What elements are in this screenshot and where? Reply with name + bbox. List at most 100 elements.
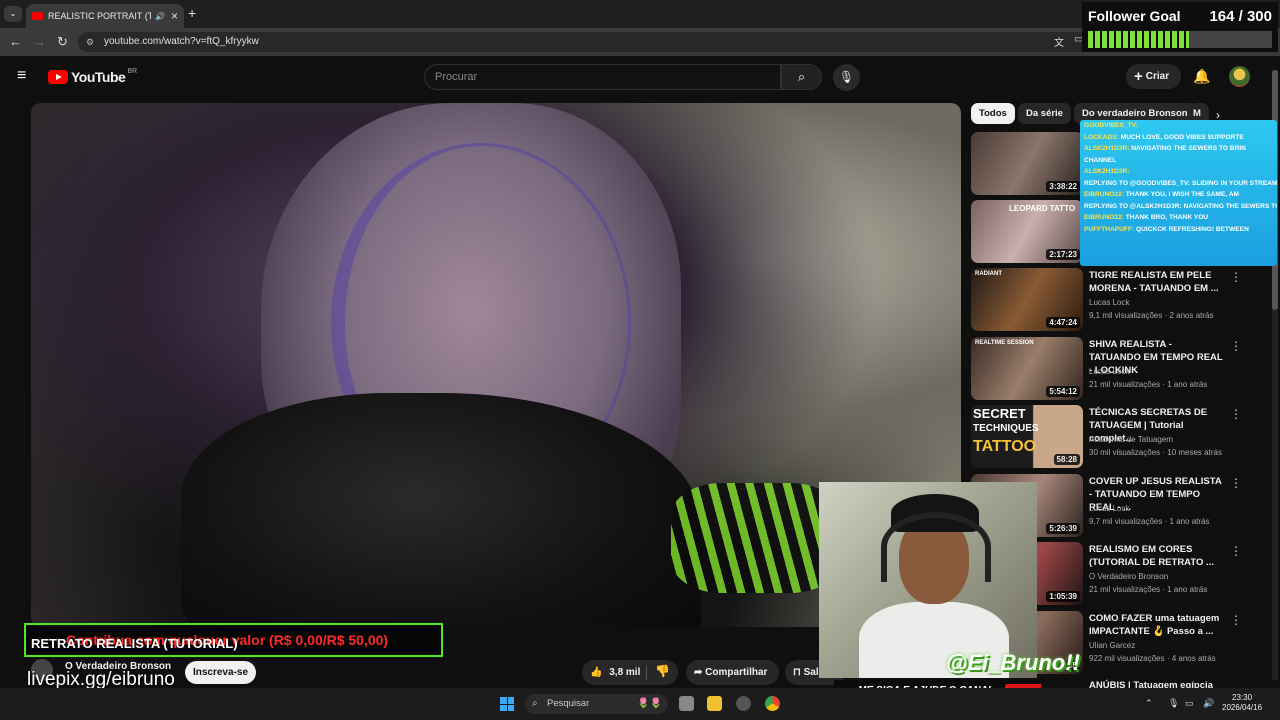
voice-search-button[interactable]: 🎙 <box>833 64 860 91</box>
video-channel[interactable]: O Verdadeiro Bronson <box>1089 572 1168 581</box>
video-channel[interactable]: Lucas Lock <box>1089 298 1129 307</box>
like-count: 3,8 mil <box>609 667 641 678</box>
more-options-icon[interactable]: ⋮ <box>1230 270 1242 284</box>
taskbar-search-label: Pesquisar <box>547 698 590 709</box>
share-button[interactable]: ➦ Compartilhar <box>686 660 779 685</box>
translate-icon[interactable]: 文 <box>1054 34 1064 49</box>
tab-title: REALISTIC PORTRAIT (TUTO <box>48 11 152 21</box>
like-divider <box>646 665 647 680</box>
app-icon[interactable] <box>736 696 751 711</box>
youtube-wordmark: YouTube <box>71 69 126 85</box>
close-tab-icon[interactable]: × <box>171 9 178 23</box>
chat-message: channel <box>1080 155 1277 167</box>
plus-icon: + <box>1134 68 1143 85</box>
tray-chevron-icon[interactable]: ⌃ <box>1145 698 1153 709</box>
thumbnail-text: TATTOO <box>973 438 1037 455</box>
follower-goal-widget: Follower Goal 164 / 300 <box>1082 2 1278 52</box>
video-channel[interactable]: Academia de Tatuagem <box>1089 435 1173 444</box>
chat-username: eibruno22: <box>1084 214 1126 221</box>
video-thumbnail[interactable]: LEOPARD TATTO 2:17:23 <box>971 200 1083 263</box>
url-field[interactable]: youtube.com/watch?v=ftQ_kfryykw <box>78 32 1118 52</box>
more-options-icon[interactable]: ⋮ <box>1230 544 1242 558</box>
chat-text: replying to @goodvibes_tv: sliding in yo… <box>1084 179 1277 187</box>
webcam-overlay <box>819 482 1037 678</box>
share-label: Compartilhar <box>705 667 768 678</box>
duration-badge: 1:05:39 <box>1046 591 1080 602</box>
windows-start-icon[interactable] <box>500 697 514 711</box>
more-options-icon[interactable]: ⋮ <box>1230 407 1242 421</box>
chat-message: alsk2h1d3r: navigating the sewers to bri… <box>1080 143 1277 155</box>
follower-goal-count: 164 / 300 <box>1209 8 1272 25</box>
back-icon[interactable]: ← <box>9 34 22 49</box>
thumbnail-text: REALTIME SESSION <box>975 340 1034 346</box>
bookmark-icon: ⊓ <box>793 667 801 678</box>
dislike-button[interactable]: 👎 <box>655 664 670 678</box>
reload-icon[interactable]: ↻ <box>57 34 68 50</box>
video-meta: 21 mil visualizações · 1 ano atrás <box>1089 585 1208 594</box>
mic-icon: 🎙 <box>838 70 855 84</box>
create-button[interactable]: + Criar <box>1126 64 1181 89</box>
clock-time: 23:30 <box>1232 693 1253 702</box>
chat-message: replying to @goodvibes_tv: sliding in yo… <box>1080 178 1277 190</box>
video-thumbnail[interactable]: 3:38:22 <box>971 132 1083 195</box>
search-icon: ⌕ <box>797 69 806 84</box>
notifications-bell-icon[interactable]: 🔔 <box>1193 68 1210 85</box>
search-input[interactable]: Procurar <box>424 64 781 90</box>
streamer-handle: @Ei_Bruno!! <box>946 650 1080 675</box>
video-thumbnail[interactable]: REALTIME SESSION 5:54:12 <box>971 337 1083 400</box>
duration-badge: 5:54:12 <box>1046 386 1080 397</box>
chrome-icon[interactable] <box>765 696 780 711</box>
youtube-favicon-icon <box>32 12 43 20</box>
video-channel[interactable]: Ulian Garcez <box>1089 641 1135 650</box>
chat-text: much love, good vibes supporte <box>1120 133 1244 141</box>
taskbar-clock[interactable]: 23:30 2026/04/16 <box>1222 693 1262 713</box>
video-frame-sleeve <box>671 483 841 593</box>
file-explorer-icon[interactable] <box>707 696 722 711</box>
chat-message: alsk2h1d3r: <box>1080 166 1277 178</box>
video-title[interactable]: TIGRE REALISTA EM PELE MORENA - TATUANDO… <box>1089 269 1224 295</box>
video-title[interactable]: COMO FAZER uma tatuagem IMPACTANTE 🪝 Pas… <box>1089 612 1224 638</box>
follower-goal-label: Follower Goal <box>1088 8 1181 24</box>
speaker-icon[interactable]: 🔊 <box>155 12 165 21</box>
more-options-icon[interactable]: ⋮ <box>1230 476 1242 490</box>
clock-date: 2026/04/16 <box>1222 703 1263 712</box>
menu-icon[interactable]: ≡ <box>17 68 31 84</box>
more-options-icon[interactable]: ⋮ <box>1230 339 1242 353</box>
task-view-icon[interactable] <box>679 696 694 711</box>
video-channel[interactable]: Lucas Lock <box>1089 367 1129 376</box>
volume-icon[interactable]: 🔊 <box>1203 698 1214 709</box>
network-icon[interactable]: ▭ <box>1185 698 1194 709</box>
chat-message: puffthapuff: quickck refreshing! between <box>1080 224 1277 236</box>
chat-text: navigating the sewers to brin <box>1131 145 1246 152</box>
site-info-icon[interactable]: ⚙ <box>86 37 94 48</box>
chat-username: alsk2h1d3r: <box>1084 145 1132 152</box>
mic-tray-icon[interactable]: 🎙 <box>1168 698 1179 709</box>
video-title[interactable]: REALISMO EM CORES (TUTORIAL DE RETRATO .… <box>1089 543 1224 569</box>
duration-badge: 2:17:23 <box>1046 249 1080 260</box>
forward-icon[interactable]: → <box>33 34 46 49</box>
video-channel[interactable]: Lucas Lock <box>1089 504 1129 513</box>
chip-todos[interactable]: Todos <box>971 103 1015 124</box>
tab-search-button[interactable]: ⌄ <box>4 6 22 22</box>
more-options-icon[interactable]: ⋮ <box>1230 613 1242 627</box>
video-title-main: RETRATO REALISTA (TUTORIAL) <box>31 636 238 651</box>
subscribe-button[interactable]: Inscreva-se <box>185 661 256 684</box>
new-tab-button[interactable]: + <box>188 5 196 21</box>
create-label: Criar <box>1145 71 1170 83</box>
account-avatar[interactable] <box>1229 66 1250 87</box>
chat-username: eibruno22: <box>1084 191 1126 198</box>
chat-text: thank you, i wish the same, am <box>1125 191 1239 198</box>
video-thumbnail[interactable]: SECRET TECHNIQUES TATTOO 58:28 <box>971 405 1083 468</box>
browser-tab[interactable]: REALISTIC PORTRAIT (TUTO 🔊 × <box>26 4 184 28</box>
stream-chat-overlay: goodvibes_tv: lockads: much love, good v… <box>1080 120 1277 266</box>
thumbs-down-icon: 👎 <box>655 664 670 678</box>
taskbar-search[interactable]: ⌕ Pesquisar 🌷🌷 <box>525 694 668 714</box>
chat-text: channel <box>1084 156 1117 164</box>
share-icon: ➦ <box>694 667 703 678</box>
video-thumbnail[interactable]: RADIANT 4:47:24 <box>971 268 1083 331</box>
thumbnail-text: LEOPARD TATTO <box>1009 204 1076 213</box>
search-button[interactable]: ⌕ <box>781 64 822 90</box>
chat-message: lockads: much love, good vibes supporte <box>1080 132 1277 144</box>
youtube-logo[interactable]: YouTube BR <box>48 68 137 85</box>
chip-da-serie[interactable]: Da série <box>1018 103 1071 124</box>
